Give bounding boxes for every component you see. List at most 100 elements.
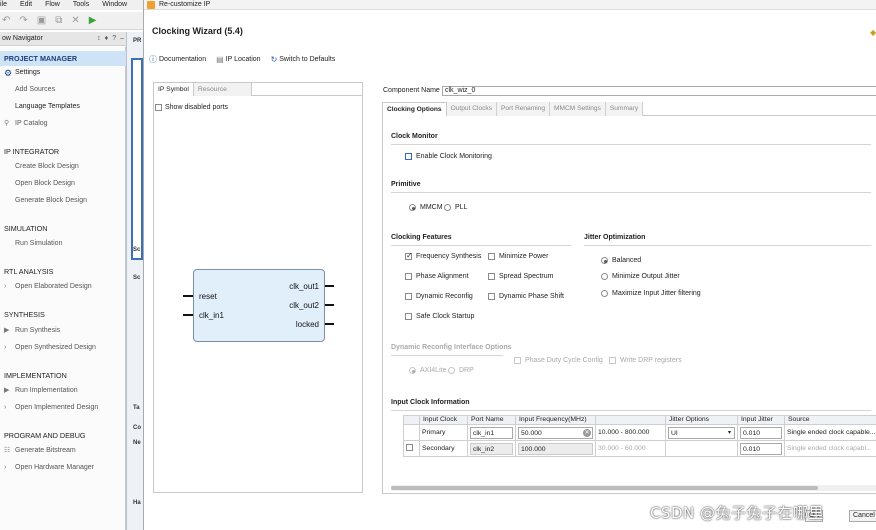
nav-item-open-hardware-manager[interactable]: › Open Hardware Manager bbox=[0, 461, 126, 475]
dynamic-reconfig-checkbox[interactable]: Dynamic Reconfig bbox=[405, 293, 473, 300]
safe-clock-startup-checkbox[interactable]: Safe Clock Startup bbox=[405, 313, 474, 320]
frequency-synthesis-checkbox[interactable]: Frequency Synthesis bbox=[405, 251, 481, 260]
nav-item-open-implemented-design[interactable]: › Open Implemented Design bbox=[0, 401, 126, 415]
nav-item-open-block-design[interactable]: Open Block Design bbox=[0, 177, 126, 191]
nav-item-run-implementation[interactable]: ▶ Run Implementation bbox=[0, 384, 126, 398]
nav-item-language-templates[interactable]: Language Templates bbox=[0, 100, 126, 114]
mmcm-radio[interactable]: MMCM bbox=[409, 204, 443, 211]
close-icon[interactable]: ✕ bbox=[71, 15, 79, 26]
radio-dot[interactable] bbox=[601, 257, 608, 264]
radio-dot[interactable] bbox=[444, 204, 451, 211]
primary-jitter-options-select[interactable]: UI ▾ bbox=[668, 426, 735, 439]
minimize-power-checkbox[interactable]: Minimize Power bbox=[488, 253, 548, 260]
tab-mmcm-settings[interactable]: MMCM Settings bbox=[550, 102, 606, 116]
tab-ip-symbol[interactable]: IP Symbol bbox=[154, 83, 194, 96]
undo-icon[interactable]: ↶ bbox=[2, 15, 10, 26]
copy-icon[interactable]: ⧉ bbox=[55, 15, 62, 26]
spread-spectrum-checkbox[interactable]: Spread Spectrum bbox=[488, 273, 553, 280]
menu-file[interactable]: ile bbox=[0, 0, 7, 10]
nav-item-run-simulation[interactable]: Run Simulation bbox=[0, 237, 126, 251]
collapse-all-icon[interactable]: ↕ bbox=[97, 35, 101, 42]
drp-radio[interactable]: DRP bbox=[448, 367, 474, 374]
documentation-link[interactable]: ⓘ Documentation bbox=[149, 54, 206, 65]
enable-clock-monitoring-checkbox[interactable]: Enable Clock Monitoring bbox=[405, 153, 492, 160]
checkbox-box[interactable] bbox=[514, 357, 521, 364]
save-icon[interactable]: ▣ bbox=[37, 15, 46, 26]
nav-item-open-synthesized-design[interactable]: › Open Synthesized Design bbox=[0, 341, 126, 355]
maximize-input-jitter-radio[interactable]: Maximize Input Jitter filtering bbox=[601, 290, 701, 297]
tab-summary[interactable]: Summary bbox=[605, 102, 644, 116]
radio-dot[interactable] bbox=[409, 204, 416, 211]
menu-window[interactable]: Window bbox=[102, 0, 127, 10]
nav-item-generate-block-design[interactable]: Generate Block Design bbox=[0, 194, 126, 208]
section-implementation[interactable]: IMPLEMENTATION bbox=[0, 368, 126, 383]
secondary-frequency-field[interactable]: 100.000 bbox=[518, 442, 593, 455]
radio-dot[interactable] bbox=[448, 367, 455, 374]
ip-location-link[interactable]: ▤ IP Location bbox=[216, 54, 260, 65]
checkbox-box[interactable] bbox=[405, 273, 412, 280]
section-simulation[interactable]: SIMULATION bbox=[0, 221, 126, 236]
chevron-right-icon[interactable]: › bbox=[4, 401, 6, 415]
redo-icon[interactable]: ↷ bbox=[19, 15, 27, 26]
secondary-source-select[interactable]: Single ended clock capabl... bbox=[784, 440, 876, 457]
nav-item-ip-catalog[interactable]: ⚲ IP Catalog bbox=[0, 117, 126, 131]
checkbox-box[interactable] bbox=[405, 313, 412, 320]
minimize-icon[interactable]: ‒ bbox=[120, 35, 124, 42]
nav-item-generate-bitstream[interactable]: ☷ Generate Bitstream bbox=[0, 444, 126, 458]
section-rtl-analysis[interactable]: RTL ANALYSIS bbox=[0, 264, 126, 279]
nav-item-run-synthesis[interactable]: ▶ Run Synthesis bbox=[0, 324, 126, 338]
primary-input-jitter-field[interactable]: 0.010 bbox=[740, 426, 782, 439]
checkbox-box[interactable] bbox=[405, 293, 412, 300]
checkbox-box[interactable] bbox=[609, 357, 616, 364]
primary-port-name-field[interactable]: clk_in1 bbox=[470, 426, 513, 439]
cancel-button[interactable]: Cancel bbox=[849, 510, 876, 522]
phase-duty-cycle-checkbox[interactable]: Phase Duty Cycle Config bbox=[514, 357, 603, 364]
component-name-field[interactable]: clk_wiz_0 bbox=[442, 86, 876, 96]
switch-to-defaults-link[interactable]: ↻ Switch to Defaults bbox=[271, 54, 336, 65]
tab-output-clocks[interactable]: Output Clocks bbox=[446, 102, 498, 116]
primary-frequency-field[interactable]: 50.000 ✕ bbox=[518, 426, 593, 439]
primary-source-select[interactable]: Single ended clock capable... bbox=[784, 424, 876, 441]
secondary-port-name-field[interactable]: clk_in2 bbox=[470, 442, 513, 455]
menu-flow[interactable]: Flow bbox=[45, 0, 60, 10]
pin-icon[interactable]: ♦ bbox=[105, 35, 109, 42]
nav-item-create-block-design[interactable]: Create Block Design bbox=[0, 160, 126, 174]
tab-clocking-options[interactable]: Clocking Options bbox=[382, 102, 447, 116]
pll-radio[interactable]: PLL bbox=[444, 204, 467, 211]
help-icon[interactable]: ? bbox=[112, 35, 116, 42]
chevron-right-icon[interactable]: › bbox=[4, 341, 6, 355]
radio-dot[interactable] bbox=[601, 273, 608, 280]
checkbox-box[interactable] bbox=[488, 273, 495, 280]
checkbox-box[interactable] bbox=[155, 104, 162, 111]
radio-dot[interactable] bbox=[601, 290, 608, 297]
phase-alignment-checkbox[interactable]: Phase Alignment bbox=[405, 273, 469, 280]
tab-resource[interactable]: Resource bbox=[193, 83, 252, 96]
scrollbar-thumb[interactable] bbox=[391, 486, 818, 490]
horizontal-scrollbar[interactable] bbox=[391, 485, 876, 491]
dynamic-phase-shift-checkbox[interactable]: Dynamic Phase Shift bbox=[488, 293, 564, 300]
show-disabled-ports-checkbox[interactable]: Show disabled ports bbox=[155, 104, 228, 111]
menu-tools[interactable]: Tools bbox=[73, 0, 89, 10]
tab-port-renaming[interactable]: Port Renaming bbox=[497, 102, 550, 116]
balanced-radio[interactable]: Balanced bbox=[601, 257, 641, 264]
secondary-enable-checkbox[interactable] bbox=[406, 444, 413, 451]
checkbox-box[interactable] bbox=[405, 251, 413, 260]
menu-edit[interactable]: Edit bbox=[20, 0, 32, 10]
nav-item-settings[interactable]: ⚙ Settings bbox=[0, 66, 126, 80]
minimize-output-jitter-radio[interactable]: Minimize Output Jitter bbox=[601, 273, 680, 280]
section-program-and-debug[interactable]: PROGRAM AND DEBUG bbox=[0, 428, 126, 443]
nav-item-open-elaborated-design[interactable]: › Open Elaborated Design bbox=[0, 280, 126, 294]
run-icon[interactable]: ▶ bbox=[89, 15, 97, 26]
nav-item-add-sources[interactable]: Add Sources bbox=[0, 83, 126, 97]
secondary-input-jitter-field[interactable]: 0.010 bbox=[740, 442, 782, 455]
clear-icon[interactable]: ✕ bbox=[583, 428, 591, 437]
chevron-right-icon[interactable]: › bbox=[4, 280, 6, 294]
section-synthesis[interactable]: SYNTHESIS bbox=[0, 307, 126, 322]
checkbox-box[interactable] bbox=[405, 153, 412, 160]
section-project-manager[interactable]: PROJECT MANAGER bbox=[0, 51, 126, 66]
checkbox-box[interactable] bbox=[488, 293, 495, 300]
chevron-right-icon[interactable]: › bbox=[4, 461, 6, 475]
checkbox-box[interactable] bbox=[488, 253, 495, 260]
axi4lite-radio[interactable]: AXI4Lite bbox=[409, 367, 446, 374]
section-ip-integrator[interactable]: IP INTEGRATOR bbox=[0, 144, 126, 159]
